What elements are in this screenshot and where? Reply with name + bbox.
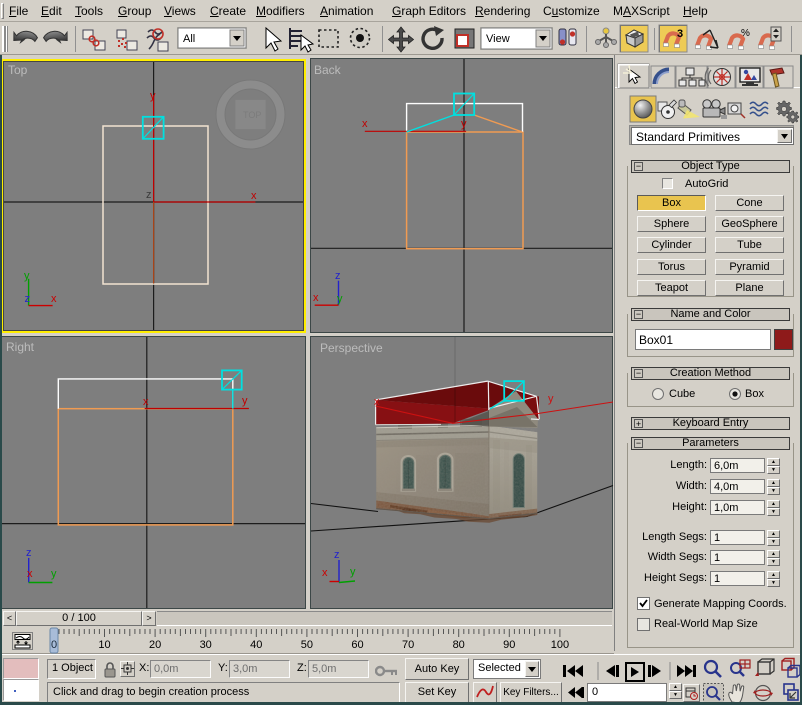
svg-text:70: 70 [402,639,414,651]
svg-text:y: y [51,568,57,580]
svg-text:x: x [374,396,380,408]
svg-text:50: 50 [301,639,313,651]
svg-text:View: View [486,33,510,45]
svg-text:z: z [25,293,31,305]
svg-text:0: 0 [51,639,57,651]
svg-text:60: 60 [351,639,363,651]
svg-text:TOP: TOP [243,110,261,120]
svg-text:x: x [313,292,319,304]
svg-text:30: 30 [200,639,212,651]
svg-text:y: y [242,395,248,407]
svg-text:y: y [350,566,356,578]
svg-text:3: 3 [677,28,683,40]
svg-text:y: y [24,270,30,282]
svg-text:90: 90 [503,639,515,651]
svg-text:z: z [335,270,341,282]
svg-text:Back: Back [314,63,342,77]
svg-text:y: y [548,393,554,405]
svg-text:x: x [51,293,57,305]
svg-text:x: x [251,190,257,202]
svg-text:100: 100 [551,639,569,651]
svg-text:Top: Top [8,63,28,77]
svg-text:%: % [741,28,750,39]
svg-text:20: 20 [149,639,161,651]
svg-text:Perspective: Perspective [320,341,383,355]
svg-text:z: z [146,189,152,201]
svg-text:All: All [183,33,195,45]
svg-text:x: x [322,567,328,579]
svg-text:z: z [26,547,32,559]
svg-text:z: z [334,549,340,561]
svg-text:80: 80 [453,639,465,651]
svg-text:10: 10 [98,639,110,651]
svg-text:Right: Right [6,340,35,354]
svg-text:y: y [461,118,467,130]
svg-text:x: x [27,568,33,580]
svg-text:y: y [337,293,343,305]
svg-text:40: 40 [250,639,262,651]
svg-text:x: x [143,396,149,408]
svg-text:x: x [362,118,368,130]
svg-text:y: y [150,90,156,102]
